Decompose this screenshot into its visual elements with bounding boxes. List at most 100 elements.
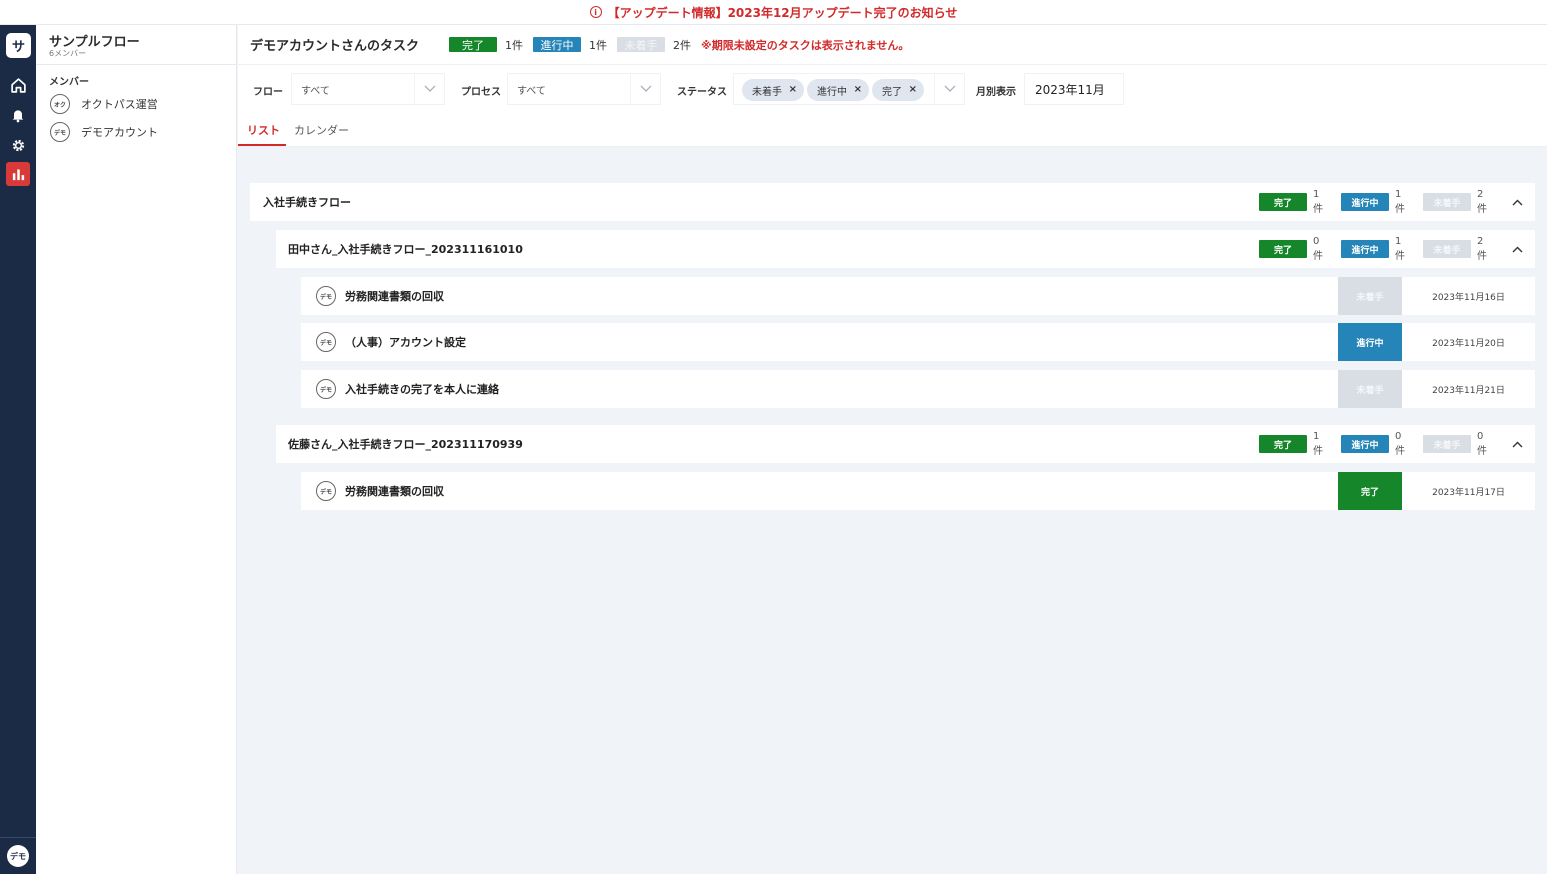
chevron-down-icon[interactable]: [630, 74, 660, 104]
sidebar-divider: [36, 64, 237, 65]
flow-filter-label: フロー: [253, 87, 283, 98]
done-count: 1件: [1313, 431, 1323, 457]
month-filter-label: 月別表示: [976, 87, 1016, 98]
task-row[interactable]: デモ 労務関連書類の回収 完了 2023年11月17日: [301, 472, 1535, 510]
progress-badge: 進行中: [1341, 435, 1389, 453]
assignee-avatar: デモ: [316, 379, 336, 399]
task-title: 労務関連書類の回収: [345, 485, 444, 498]
update-banner[interactable]: i 【アップデート情報】2023年12月アップデート完了のお知らせ: [0, 0, 1547, 25]
filter-bar: フロー すべて プロセス すべて ステータス 未着手 × 進行中 × 完了 × …: [238, 65, 1547, 115]
progress-count: 1件: [1395, 189, 1405, 215]
flow-stats: 完了 1件 進行中 1件 未着手 2件: [1259, 183, 1535, 221]
assignee-avatar: デモ: [316, 332, 336, 352]
chip-label: 未着手: [752, 86, 782, 98]
chevron-up-icon[interactable]: [1505, 246, 1529, 253]
close-icon[interactable]: ×: [789, 84, 797, 95]
deadline-warning: ※期限未設定のタスクは表示されません。: [701, 38, 910, 52]
page-title: デモアカウントさんのタスク: [250, 39, 420, 54]
task-status-badge[interactable]: 未着手: [1338, 277, 1402, 315]
done-badge: 完了: [449, 37, 498, 52]
assignee-avatar: デモ: [316, 286, 336, 306]
workspace-logo[interactable]: サ: [6, 33, 31, 58]
user-avatar[interactable]: デモ: [7, 845, 29, 867]
task-title: 労務関連書類の回収: [345, 290, 444, 303]
task-title: （人事）アカウント設定: [345, 336, 466, 349]
page-header: デモアカウントさんのタスク 完了 1件 進行中 1件 未着手 2件 ※期限未設定…: [238, 25, 1547, 65]
done-count: 0件: [1313, 236, 1323, 262]
bell-icon[interactable]: [6, 103, 30, 127]
flow-select[interactable]: すべて: [291, 73, 445, 105]
progress-badge: 進行中: [1341, 193, 1389, 211]
status-chip-progress[interactable]: 進行中 ×: [807, 79, 869, 101]
todo-badge: 未着手: [617, 37, 666, 52]
todo-badge: 未着手: [1423, 240, 1471, 258]
chevron-down-icon[interactable]: [934, 74, 964, 104]
task-title: 入社手続きの完了を本人に連絡: [345, 383, 499, 396]
project-member-count: 6メンバー: [49, 49, 87, 58]
done-badge: 完了: [1259, 193, 1307, 211]
instance-title: 田中さん_入社手続きフロー_202311161010: [288, 243, 523, 256]
task-due-date: 2023年11月17日: [1432, 487, 1505, 498]
progress-badge: 進行中: [533, 37, 582, 52]
info-icon: i: [589, 6, 602, 18]
process-select[interactable]: すべて: [507, 73, 661, 105]
task-status-badge[interactable]: 進行中: [1338, 323, 1402, 361]
view-tabs: リスト カレンダー: [238, 115, 1547, 147]
todo-count: 0件: [1477, 431, 1487, 457]
chevron-up-icon[interactable]: [1505, 199, 1529, 206]
progress-count: 0件: [1395, 431, 1405, 457]
done-badge: 完了: [1259, 240, 1307, 258]
close-icon[interactable]: ×: [854, 84, 862, 95]
chart-icon[interactable]: [6, 162, 30, 186]
todo-count: 2件: [1477, 236, 1487, 262]
icon-rail: サ デモ: [0, 25, 36, 874]
done-count: 1件: [1313, 189, 1323, 215]
flow-select-value: すべて: [301, 85, 330, 97]
process-select-value: すべて: [517, 85, 546, 97]
instance-title: 佐藤さん_入社手続きフロー_202311170939: [288, 438, 523, 451]
sidebar-member-octopus[interactable]: オク オクトパス運営: [50, 94, 158, 114]
task-row[interactable]: デモ （人事）アカウント設定 進行中 2023年11月20日: [301, 323, 1535, 361]
member-name: デモアカウント: [81, 126, 158, 139]
home-icon[interactable]: [6, 73, 30, 97]
status-chip-done[interactable]: 完了 ×: [872, 79, 924, 101]
flow-row[interactable]: 入社手続きフロー 完了 1件 進行中 1件 未着手 2件: [250, 183, 1535, 221]
instance-row[interactable]: 佐藤さん_入社手続きフロー_202311170939 完了 1件 進行中 0件 …: [276, 425, 1535, 463]
member-avatar: デモ: [50, 122, 70, 142]
progress-count: 1件: [1395, 236, 1405, 262]
instance-stats: 完了 0件 進行中 1件 未着手 2件: [1259, 230, 1535, 268]
rail-divider: [0, 837, 36, 838]
month-picker[interactable]: 2023年11月: [1024, 73, 1124, 105]
members-heading: メンバー: [49, 77, 89, 88]
task-status-badge[interactable]: 未着手: [1338, 370, 1402, 408]
progress-badge: 進行中: [1341, 240, 1389, 258]
chip-label: 完了: [882, 86, 902, 98]
gear-icon[interactable]: [6, 133, 30, 157]
tab-calendar[interactable]: カレンダー: [294, 122, 349, 138]
tab-list[interactable]: リスト: [247, 122, 280, 138]
task-due-date: 2023年11月16日: [1432, 292, 1505, 303]
assignee-avatar: デモ: [316, 481, 336, 501]
instance-row[interactable]: 田中さん_入社手続きフロー_202311161010 完了 0件 進行中 1件 …: [276, 230, 1535, 268]
sidebar: サンプルフロー 6メンバー メンバー オク オクトパス運営 デモ デモアカウント: [36, 25, 237, 874]
todo-count: 2件: [1477, 189, 1487, 215]
banner-text: 【アップデート情報】2023年12月アップデート完了のお知らせ: [607, 5, 958, 20]
progress-count: 1件: [589, 38, 608, 52]
sidebar-member-demo[interactable]: デモ デモアカウント: [50, 122, 158, 142]
chip-label: 進行中: [817, 86, 847, 98]
task-row[interactable]: デモ 労務関連書類の回収 未着手 2023年11月16日: [301, 277, 1535, 315]
status-filter-label: ステータス: [677, 87, 727, 98]
instance-stats: 完了 1件 進行中 0件 未着手 0件: [1259, 425, 1535, 463]
task-status-badge[interactable]: 完了: [1338, 472, 1402, 510]
task-due-date: 2023年11月21日: [1432, 385, 1505, 396]
todo-badge: 未着手: [1423, 435, 1471, 453]
task-row[interactable]: デモ 入社手続きの完了を本人に連絡 未着手 2023年11月21日: [301, 370, 1535, 408]
todo-badge: 未着手: [1423, 193, 1471, 211]
chevron-up-icon[interactable]: [1505, 441, 1529, 448]
status-chip-todo[interactable]: 未着手 ×: [742, 79, 804, 101]
close-icon[interactable]: ×: [909, 84, 917, 95]
member-name: オクトパス運営: [81, 98, 158, 111]
active-tab-indicator: [238, 144, 286, 146]
chevron-down-icon[interactable]: [414, 74, 444, 104]
task-due-date: 2023年11月20日: [1432, 338, 1505, 349]
